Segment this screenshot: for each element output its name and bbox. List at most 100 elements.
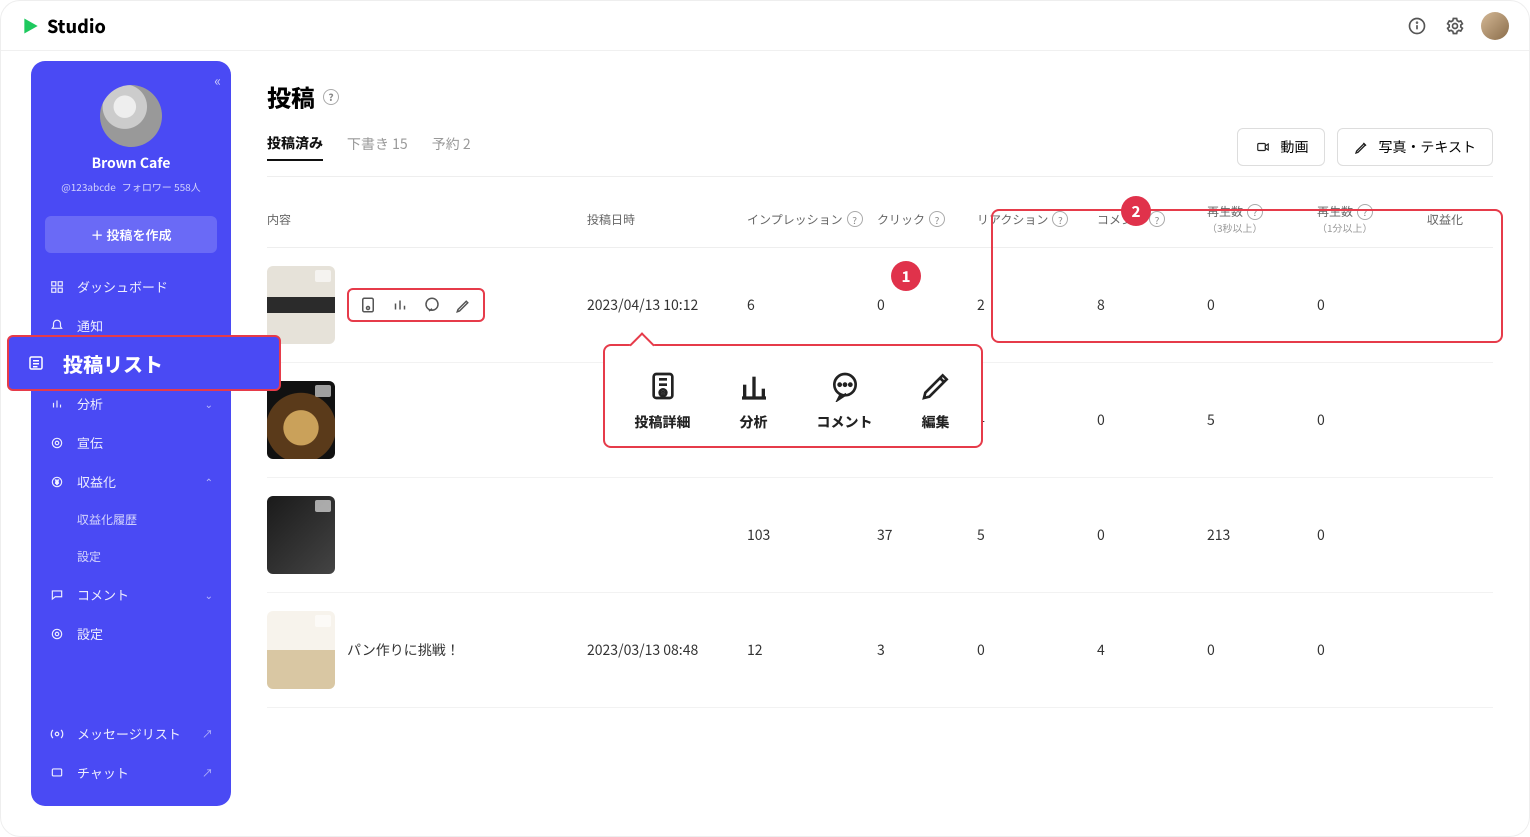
popover-detail[interactable]: 投稿詳細 bbox=[635, 370, 691, 432]
create-post-button[interactable]: ＋ 投稿を作成 bbox=[45, 216, 217, 253]
cell-date: 2023/04/13 10:12 bbox=[587, 295, 747, 315]
col-impressions: インプレッション? bbox=[747, 211, 877, 228]
cell-p3: 213 bbox=[1207, 525, 1317, 545]
help-icon[interactable]: ? bbox=[1247, 204, 1263, 220]
nav-label: 設定 bbox=[77, 548, 101, 565]
table-row: 103 37 5 0 213 0 bbox=[267, 478, 1493, 593]
col-comments: コメント? bbox=[1097, 211, 1207, 228]
help-icon[interactable]: ? bbox=[847, 211, 863, 227]
popover-edit[interactable]: 編集 bbox=[920, 370, 952, 432]
cell-rea: 5 bbox=[977, 525, 1097, 545]
help-icon[interactable]: ? bbox=[1357, 204, 1373, 220]
post-thumb[interactable] bbox=[267, 496, 335, 574]
chart-icon[interactable] bbox=[391, 296, 409, 314]
profile-followers: フォロワー 558人 bbox=[122, 179, 201, 194]
profile-avatar[interactable] bbox=[100, 85, 162, 147]
help-icon[interactable]: ? bbox=[929, 211, 945, 227]
cell-p60: 0 bbox=[1317, 525, 1427, 545]
sidebar-item-monetize-settings[interactable]: 設定 bbox=[31, 538, 231, 575]
chat-icon bbox=[49, 765, 65, 781]
nav-label: ダッシュボード bbox=[77, 277, 168, 296]
brand-logo: Studio bbox=[21, 13, 106, 39]
cell-p3: 5 bbox=[1207, 410, 1317, 430]
chevron-up-icon: ⌃ bbox=[205, 474, 213, 489]
comment-icon bbox=[49, 587, 65, 603]
sidebar-item-dashboard[interactable]: ダッシュボード bbox=[31, 267, 231, 306]
sidebar-item-messages[interactable]: メッセージリスト↗ bbox=[31, 714, 231, 753]
target-icon bbox=[49, 435, 65, 451]
cell-com: 8 bbox=[1097, 295, 1207, 315]
popover-analytics[interactable]: 分析 bbox=[738, 370, 770, 432]
avatar[interactable] bbox=[1481, 12, 1509, 40]
comment-icon[interactable] bbox=[423, 296, 441, 314]
topbar: Studio bbox=[1, 1, 1529, 51]
chevron-down-icon: ⌄ bbox=[205, 396, 213, 411]
grid-icon bbox=[49, 279, 65, 295]
play-icon bbox=[21, 16, 41, 36]
tab-published[interactable]: 投稿済み bbox=[267, 133, 323, 161]
cell-p3: 0 bbox=[1207, 640, 1317, 660]
post-thumb[interactable] bbox=[267, 381, 335, 459]
profile-block: Brown Cafe @123abcde フォロワー 558人 bbox=[31, 75, 231, 208]
video-badge-icon bbox=[315, 385, 331, 397]
col-plays3: 再生数?（3秒以上） bbox=[1207, 203, 1317, 235]
cell-com: 0 bbox=[1097, 525, 1207, 545]
gear-icon[interactable] bbox=[1443, 14, 1467, 38]
sidebar-item-promote[interactable]: 宣伝 bbox=[31, 423, 231, 462]
page-title: 投稿 bbox=[267, 79, 315, 114]
row-action-bar bbox=[347, 288, 485, 322]
col-clicks: クリック? bbox=[877, 211, 977, 228]
sidebar-item-monetize-history[interactable]: 収益化履歴 bbox=[31, 501, 231, 538]
help-icon[interactable]: ? bbox=[1149, 211, 1165, 227]
cell-title: パン作りに挑戦！ bbox=[347, 640, 460, 660]
callout-badge-1: 1 bbox=[891, 261, 921, 291]
cell-imp: 12 bbox=[747, 640, 877, 660]
photo-text-button[interactable]: 写真・テキスト bbox=[1337, 128, 1493, 166]
pencil-icon bbox=[920, 370, 952, 402]
tab-drafts[interactable]: 下書き 15 bbox=[347, 134, 408, 160]
cell-clk: 3 bbox=[877, 640, 977, 660]
chevron-down-icon: ⌄ bbox=[205, 587, 213, 602]
nav-label: 通知 bbox=[77, 316, 103, 335]
detail-icon bbox=[647, 370, 679, 402]
tab-scheduled[interactable]: 予約 2 bbox=[432, 134, 471, 160]
sidebar-item-comments[interactable]: コメント⌄ bbox=[31, 575, 231, 614]
sidebar-item-chat[interactable]: チャット↗ bbox=[31, 753, 231, 792]
posts-table: 内容 投稿日時 インプレッション? クリック? リアクション? コメント? 再生… bbox=[267, 191, 1493, 708]
nav-label: 設定 bbox=[77, 624, 103, 643]
sidebar-item-settings[interactable]: 設定 bbox=[31, 614, 231, 653]
chart-icon bbox=[738, 370, 770, 402]
post-thumb[interactable] bbox=[267, 611, 335, 689]
collapse-icon[interactable]: « bbox=[214, 71, 221, 91]
chart-icon bbox=[49, 396, 65, 412]
video-button[interactable]: 動画 bbox=[1237, 128, 1325, 166]
help-icon[interactable]: ? bbox=[323, 89, 339, 105]
cell-p60: 0 bbox=[1317, 410, 1427, 430]
list-icon bbox=[27, 354, 45, 372]
video-label: 動画 bbox=[1280, 137, 1308, 157]
broadcast-icon bbox=[49, 726, 65, 742]
photo-text-label: 写真・テキスト bbox=[1378, 137, 1476, 157]
cell-p60: 0 bbox=[1317, 295, 1427, 315]
video-badge-icon bbox=[315, 500, 331, 512]
pencil-icon[interactable] bbox=[455, 296, 473, 314]
help-icon[interactable]: ? bbox=[1052, 211, 1068, 227]
col-reactions: リアクション? bbox=[977, 211, 1097, 228]
popover-comments[interactable]: コメント bbox=[817, 370, 873, 432]
sidebar: « Brown Cafe @123abcde フォロワー 558人 ＋ 投稿を作… bbox=[31, 61, 231, 806]
profile-handle: @123abcde bbox=[61, 179, 116, 194]
nav-label: チャット bbox=[77, 763, 129, 782]
info-icon[interactable] bbox=[1405, 14, 1429, 38]
video-badge-icon bbox=[315, 615, 331, 627]
nav-label: 分析 bbox=[77, 394, 103, 413]
cell-date: 2023/03/13 08:48 bbox=[587, 640, 747, 660]
nav-label: 宣伝 bbox=[77, 433, 103, 452]
cell-rea: 2 bbox=[977, 295, 1097, 315]
post-thumb[interactable] bbox=[267, 266, 335, 344]
profile-name: Brown Cafe bbox=[92, 153, 171, 173]
detail-icon[interactable] bbox=[359, 296, 377, 314]
sidebar-item-monetize[interactable]: ¥ 収益化 ⌃ bbox=[31, 462, 231, 501]
col-plays60: 再生数?（1分以上） bbox=[1317, 203, 1427, 235]
nav-label: 収益化 bbox=[77, 472, 116, 491]
svg-text:¥: ¥ bbox=[55, 477, 59, 486]
